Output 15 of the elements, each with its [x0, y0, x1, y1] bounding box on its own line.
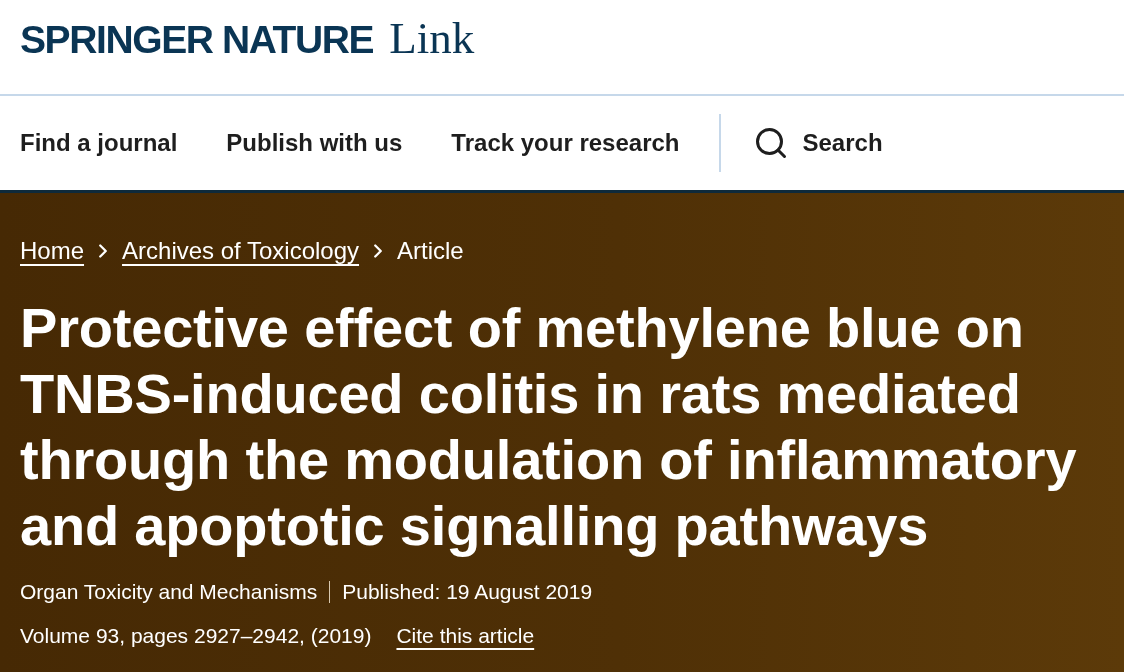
- citation-info: Volume 93, pages 2927–2942, (2019): [20, 624, 372, 648]
- publish-date: Published: 19 August 2019: [342, 580, 593, 604]
- nav-link[interactable]: Track your research: [451, 129, 680, 157]
- site-logo[interactable]: SPRINGER NATURE Link: [20, 12, 475, 64]
- cite-link[interactable]: Cite this article: [396, 624, 535, 648]
- breadcrumb-current: Article: [397, 237, 464, 265]
- search-button[interactable]: Search: [752, 125, 883, 161]
- logo-product-text: Link: [389, 12, 475, 64]
- article-section: Organ Toxicity and Mechanisms: [20, 580, 318, 604]
- nav-link[interactable]: Publish with us: [226, 129, 403, 157]
- nav-link[interactable]: Find a journal: [20, 129, 178, 157]
- breadcrumb-link[interactable]: Home: [20, 237, 85, 265]
- logo-brand-text: SPRINGER NATURE: [20, 18, 374, 62]
- article-title: Protective effect of methylene blue on TNBS-induced colitis in rats mediated through the modulation of inflammatory and apoptotic signalling pathways: [20, 295, 1078, 559]
- breadcrumb-link[interactable]: Archives of Toxicology: [122, 237, 360, 265]
